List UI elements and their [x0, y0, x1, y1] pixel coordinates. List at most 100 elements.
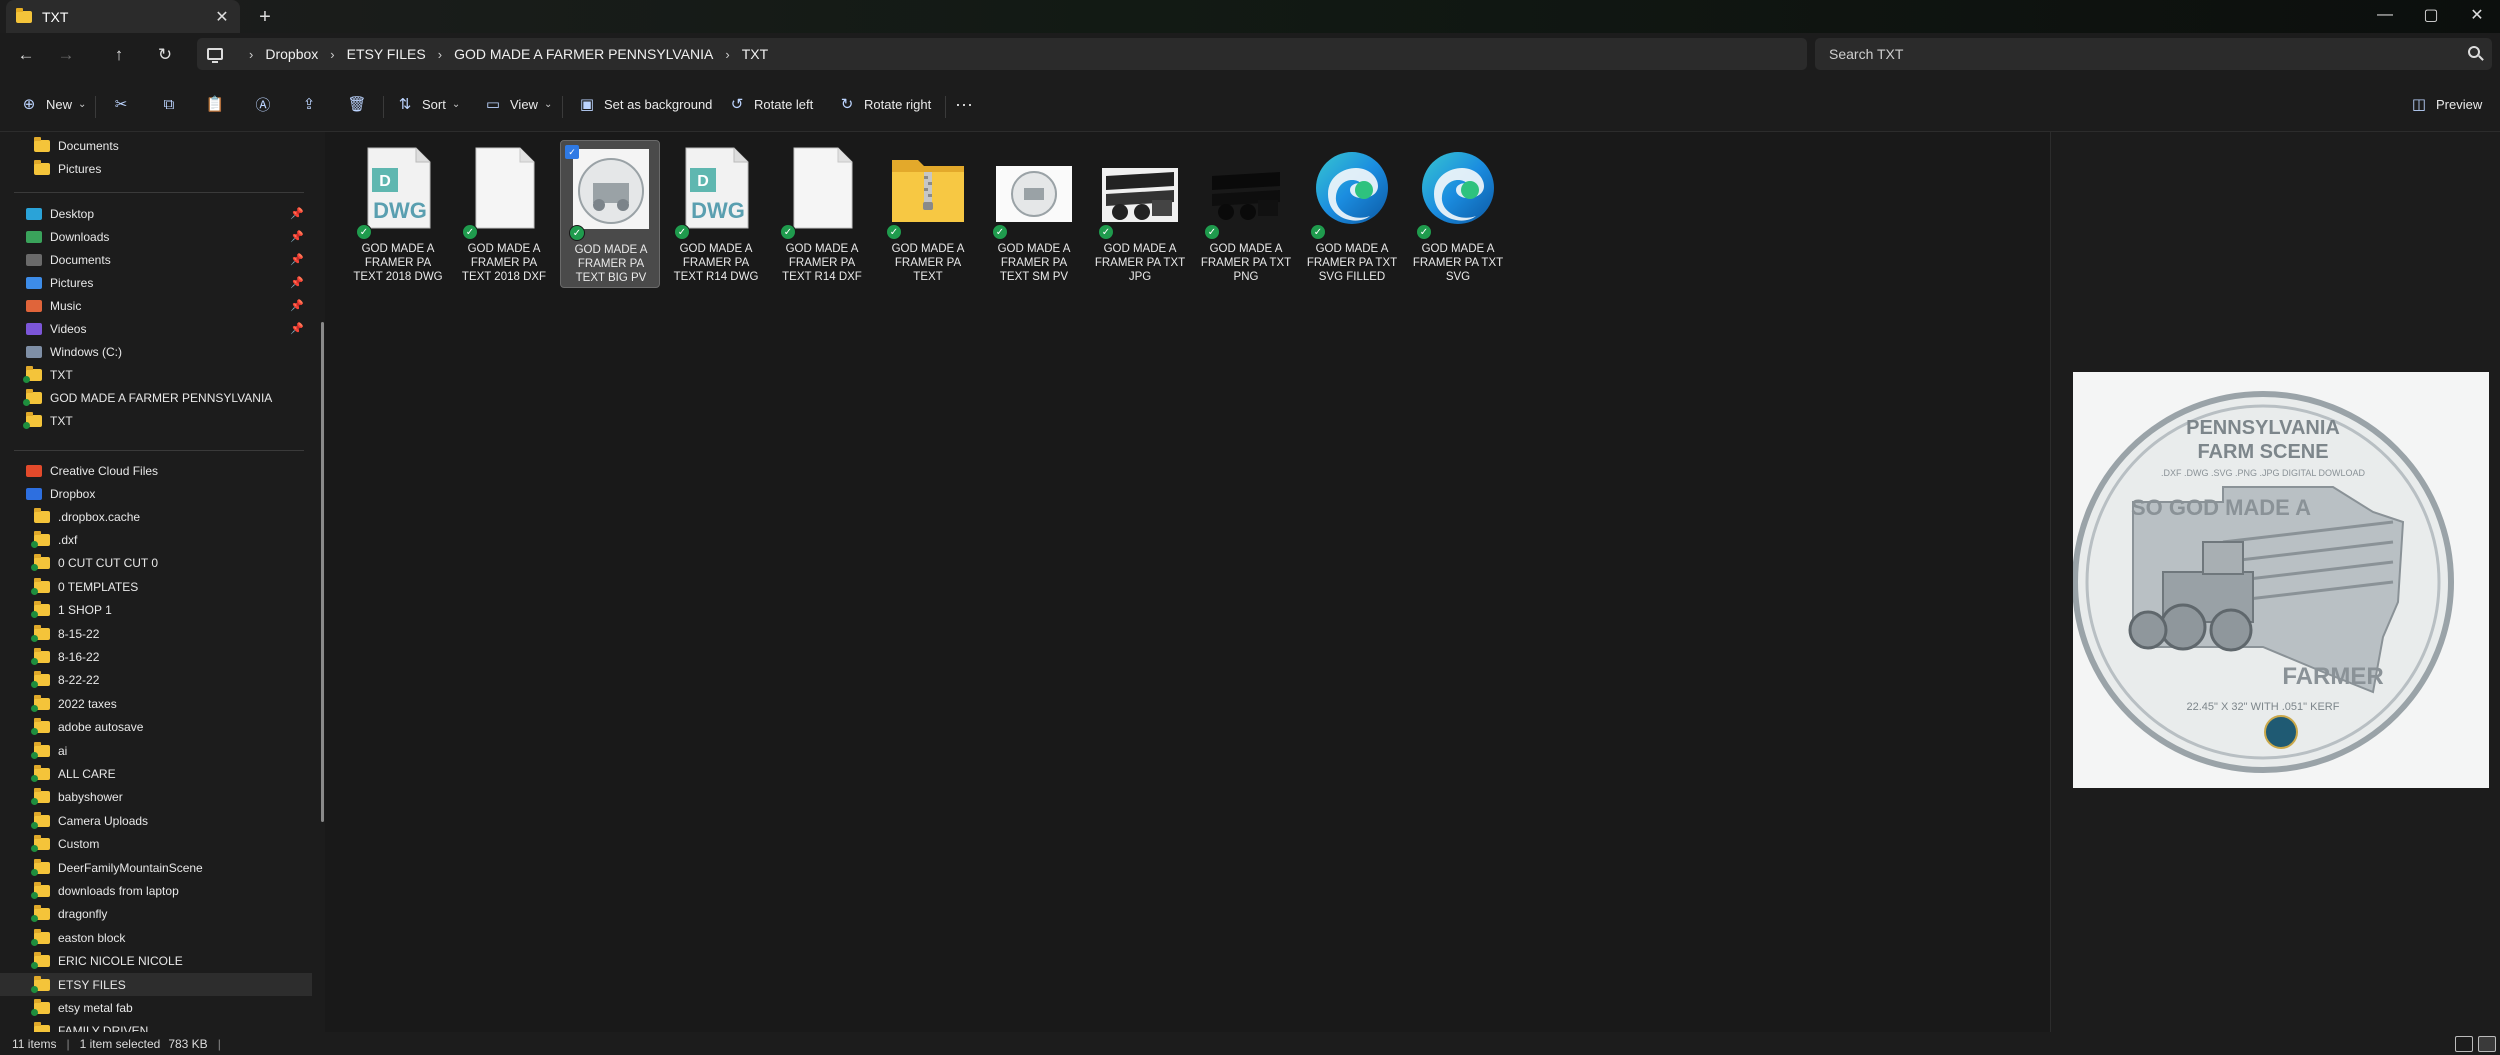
sidebar-item-label: dragonfly [58, 907, 108, 922]
sidebar-item-pictures[interactable]: Pictures 📌 [0, 271, 312, 294]
more-options-button[interactable]: ··· [955, 89, 973, 119]
sidebar-item-dropbox-folder[interactable]: ETSY FILES [0, 973, 312, 996]
copy-button[interactable]: ⧉ [160, 89, 178, 119]
sidebar-item-dropbox-folder[interactable]: adobe autosave [0, 716, 312, 739]
file-item[interactable]: ✓ ✓ GOD MADE A FRAMER PA TEXT BIG PV [560, 140, 660, 288]
sidebar-item-creative-cloud[interactable]: Creative Cloud Files [0, 459, 312, 482]
sidebar-item-dropbox-folder[interactable]: babyshower [0, 786, 312, 809]
sidebar-item-txt[interactable]: TXT [0, 363, 312, 386]
pin-icon[interactable]: 📌 [290, 299, 304, 312]
file-name: GOD MADE A FRAMER PA TEXT [891, 243, 965, 283]
sidebar-item-dropbox-folder[interactable]: 8-22-22 [0, 669, 312, 692]
this-pc-icon[interactable] [207, 48, 223, 63]
breadcrumb-god-made-a-farmer[interactable]: GOD MADE A FARMER PENNSYLVANIA [454, 46, 713, 62]
sidebar-item-dropbox-folder[interactable]: DeerFamilyMountainScene [0, 856, 312, 879]
pin-icon[interactable]: 📌 [290, 276, 304, 289]
new-button[interactable]: ⊕ New ⌄ [20, 89, 87, 119]
sidebar-item-god-made-a-farmer[interactable]: GOD MADE A FARMER PENNSYLVANIA [0, 386, 312, 409]
sort-button[interactable]: ⇅ Sort ⌄ [396, 89, 461, 119]
file-item[interactable]: ✓ GOD MADE A FRAMER PA TXT SVG FILLED [1302, 140, 1402, 288]
large-icons-view-icon[interactable] [2478, 1036, 2496, 1052]
details-view-icon[interactable] [2455, 1036, 2473, 1052]
file-item[interactable]: ✓ GOD MADE A FRAMER PA TEXT [878, 140, 978, 288]
sidebar-item-dropbox-folder[interactable]: ERIC NICOLE NICOLE [0, 950, 312, 973]
sidebar-item-documents-top[interactable]: Documents [0, 134, 312, 157]
search-icon[interactable] [2468, 46, 2480, 58]
preview-pane-button[interactable]: ◫ Preview [2410, 89, 2482, 119]
view-button[interactable]: ▭ View ⌄ [484, 89, 552, 119]
sidebar-item-dropbox-folder[interactable]: 0 TEMPLATES [0, 575, 312, 598]
file-item[interactable]: ✓ GOD MADE A FRAMER PA TEXT 2018 DXF [454, 140, 554, 288]
cut-button[interactable]: ✂ [112, 89, 130, 119]
sidebar-item-pictures-top[interactable]: Pictures [0, 157, 312, 180]
sidebar-item-videos[interactable]: Videos 📌 [0, 317, 312, 340]
sidebar-item-dropbox-folder[interactable]: 1 SHOP 1 [0, 599, 312, 622]
file-item[interactable]: ✓ GOD MADE A FRAMER PA TXT JPG [1090, 140, 1190, 288]
sidebar-scrollbar[interactable] [321, 322, 324, 822]
delete-button[interactable]: 🗑 [347, 89, 366, 119]
sidebar-item-dropbox-folder[interactable]: 8-16-22 [0, 645, 312, 668]
rotate-right-button[interactable]: ↻ Rotate right [838, 89, 932, 119]
rotate-left-button[interactable]: ↺ Rotate left [728, 89, 814, 119]
share-button[interactable]: ⇪ [300, 89, 318, 119]
sidebar-item-dropbox-folder[interactable]: FAMILY DRIVEN [0, 1020, 312, 1032]
sidebar-item-dropbox-folder[interactable]: Camera Uploads [0, 809, 312, 832]
file-item[interactable]: ✓ GOD MADE A FRAMER PA TXT SVG [1408, 140, 1508, 288]
sidebar-item-documents[interactable]: Documents 📌 [0, 248, 312, 271]
sidebar-item-dropbox-folder[interactable]: .dxf [0, 528, 312, 551]
sidebar-item-dropbox-folder[interactable]: ALL CARE [0, 762, 312, 785]
pin-icon[interactable]: 📌 [290, 207, 304, 220]
pin-icon[interactable]: 📌 [290, 253, 304, 266]
file-item[interactable]: D DWG ✓ GOD MADE A FRAMER PA TEXT 2018 DWG [348, 140, 448, 288]
chevron-right-icon[interactable]: › [725, 47, 729, 62]
sidebar-item-dropbox-folder[interactable]: ai [0, 739, 312, 762]
sidebar-item-label: ALL CARE [58, 766, 116, 781]
breadcrumb-dropbox[interactable]: Dropbox [265, 46, 318, 62]
forward-button[interactable]: → [50, 40, 82, 70]
address-bar[interactable]: › Dropbox › ETSY FILES › GOD MADE A FARM… [197, 38, 1807, 70]
sidebar-item-downloads[interactable]: Downloads 📌 [0, 225, 312, 248]
sidebar-item-dropbox[interactable]: Dropbox [0, 482, 312, 505]
pin-icon[interactable]: 📌 [290, 322, 304, 335]
sidebar-item-desktop[interactable]: Desktop 📌 [0, 202, 312, 225]
sidebar-item-dropbox-folder[interactable]: etsy metal fab [0, 996, 312, 1019]
close-tab-icon[interactable]: ✕ [210, 5, 234, 29]
minimize-button[interactable]: — [2362, 0, 2408, 30]
sidebar-item-dropbox-folder[interactable]: .dropbox.cache [0, 505, 312, 528]
sidebar-item-dropbox-folder[interactable]: downloads from laptop [0, 879, 312, 902]
sidebar-item-dropbox-folder[interactable]: Custom [0, 833, 312, 856]
sidebar-item-txt-2[interactable]: TXT [0, 409, 312, 432]
sidebar-item-windows-c[interactable]: Windows (C:) [0, 340, 312, 363]
close-window-button[interactable]: ✕ [2454, 0, 2500, 30]
breadcrumb-etsy-files[interactable]: ETSY FILES [347, 46, 426, 62]
selection-checkbox[interactable]: ✓ [565, 145, 579, 159]
svg-text:D: D [379, 173, 391, 190]
set-as-background-button[interactable]: ▣ Set as background [578, 89, 713, 119]
breadcrumb-txt[interactable]: TXT [742, 46, 768, 62]
sidebar-item-dropbox-folder[interactable]: 8-15-22 [0, 622, 312, 645]
paste-button[interactable]: 📋 [206, 89, 225, 119]
sidebar-item-music[interactable]: Music 📌 [0, 294, 312, 317]
refresh-button[interactable]: ↻ [149, 40, 181, 70]
sidebar-item-dropbox-folder[interactable]: 2022 taxes [0, 692, 312, 715]
tab-txt[interactable]: TXT ✕ [6, 0, 240, 33]
pin-icon[interactable]: 📌 [290, 230, 304, 243]
file-item[interactable]: ✓ GOD MADE A FRAMER PA TEXT R14 DXF [772, 140, 872, 288]
chevron-right-icon[interactable]: › [330, 47, 334, 62]
rename-button[interactable]: Ⓐ [254, 89, 272, 119]
file-item[interactable]: D DWG ✓ GOD MADE A FRAMER PA TEXT R14 DWG [666, 140, 766, 288]
back-button[interactable]: ← [10, 40, 42, 70]
file-item[interactable]: ✓ GOD MADE A FRAMER PA TXT PNG [1196, 140, 1296, 288]
chevron-right-icon[interactable]: › [438, 47, 442, 62]
sidebar-item-dropbox-folder[interactable]: easton block [0, 926, 312, 949]
file-item[interactable]: ✓ GOD MADE A FRAMER PA TEXT SM PV [984, 140, 1084, 288]
sidebar-item-dropbox-folder[interactable]: 0 CUT CUT CUT 0 [0, 552, 312, 575]
edge-browser-icon [1314, 146, 1390, 230]
search-input[interactable]: Search TXT [1815, 38, 2492, 70]
chevron-right-icon[interactable]: › [249, 47, 253, 62]
new-tab-button[interactable]: + [252, 4, 278, 30]
sidebar-item-dropbox-folder[interactable]: dragonfly [0, 903, 312, 926]
maximize-button[interactable]: ▢ [2408, 0, 2454, 30]
sync-status-icon: ✓ [569, 225, 585, 241]
up-button[interactable]: ↑ [103, 40, 135, 70]
